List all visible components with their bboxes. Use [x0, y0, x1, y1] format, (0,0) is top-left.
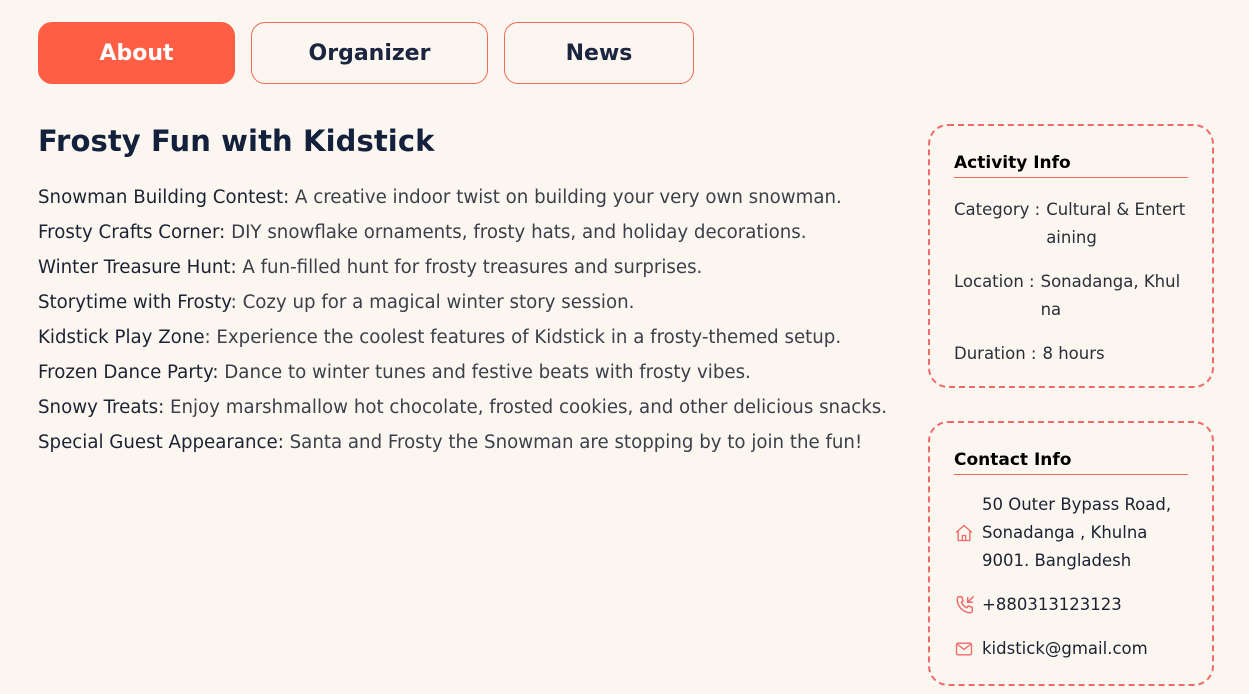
tab-about[interactable]: About [38, 22, 235, 84]
activity-description: Enjoy marshmallow hot chocolate, frosted… [164, 397, 888, 418]
activity-name: Snowy Treats: [38, 397, 165, 418]
duration-label: Duration : [954, 344, 1037, 363]
category-label: Category : [954, 200, 1041, 219]
category-value: Cultural & Entertaining [1046, 200, 1186, 247]
location-label: Location : [954, 272, 1035, 291]
activity-name: Special Guest Appearance: [38, 432, 284, 453]
list-item: Winter Treasure Hunt: A fun-filled hunt … [38, 250, 898, 285]
activity-description: : Experience the coolest features of Kid… [204, 327, 842, 348]
activity-info-title: Activity Info [954, 153, 1188, 178]
list-item: Frozen Dance Party: Dance to winter tune… [38, 355, 898, 390]
duration-row: Duration : 8 hours [954, 340, 1188, 368]
activity-info-card: Activity Info Category : Cultural & Ente… [928, 124, 1214, 388]
contact-info-card: Contact Info 50 Outer Bypass Road, Sonad… [928, 421, 1214, 686]
activity-description: A fun-filled hunt for frosty treasures a… [236, 257, 703, 278]
about-content: Frosty Fun with Kidstick Snowman Buildin… [38, 124, 898, 460]
activity-description: : Cozy up for a magical winter story ses… [230, 292, 635, 313]
activity-list: Snowman Building Contest: A creative ind… [38, 180, 898, 460]
location-row: Location : Sonadanga, Khulna [954, 268, 1188, 324]
duration-value: 8 hours [1042, 344, 1105, 363]
phone-icon [954, 594, 982, 616]
phone-number[interactable]: +880313123123 [982, 591, 1122, 619]
tab-organizer[interactable]: Organizer [251, 22, 488, 84]
contact-info-title: Contact Info [954, 450, 1188, 475]
list-item: Kidstick Play Zone: Experience the coole… [38, 320, 898, 355]
address-row: 50 Outer Bypass Road, Sonadanga , Khulna… [954, 491, 1188, 575]
activity-name: Storytime with Frosty [38, 292, 231, 313]
mail-icon [954, 639, 982, 659]
activity-name: Kidstick Play Zone [38, 327, 205, 348]
address-text: 50 Outer Bypass Road, Sonadanga , Khulna… [982, 495, 1172, 570]
home-icon [954, 523, 982, 543]
activity-name: Frozen Dance Party: [38, 362, 219, 383]
list-item: Snowman Building Contest: A creative ind… [38, 180, 898, 215]
activity-name: Snowman Building Contest: [38, 187, 290, 208]
activity-description: DIY snowflake ornaments, frosty hats, an… [225, 222, 807, 243]
list-item: Frosty Crafts Corner: DIY snowflake orna… [38, 215, 898, 250]
phone-row: +880313123123 [954, 591, 1188, 619]
activity-description: Dance to winter tunes and festive beats … [218, 362, 751, 383]
list-item: Special Guest Appearance: Santa and Fros… [38, 425, 898, 460]
category-row: Category : Cultural & Entertaining [954, 196, 1188, 252]
location-value: Sonadanga, Khulna [1040, 272, 1181, 319]
tab-bar: About Organizer News [38, 22, 694, 84]
email-address[interactable]: kidstick@gmail.com [982, 635, 1148, 663]
list-item: Snowy Treats: Enjoy marshmallow hot choc… [38, 390, 898, 425]
activity-name: Frosty Crafts Corner: [38, 222, 226, 243]
activity-description: A creative indoor twist on building your… [289, 187, 842, 208]
activity-name: Winter Treasure Hunt: [38, 257, 237, 278]
email-row: kidstick@gmail.com [954, 635, 1188, 663]
activity-description: Santa and Frosty the Snowman are stoppin… [283, 432, 863, 453]
list-item: Storytime with Frosty: Cozy up for a mag… [38, 285, 898, 320]
page-title: Frosty Fun with Kidstick [38, 124, 435, 158]
tab-news[interactable]: News [504, 22, 694, 84]
